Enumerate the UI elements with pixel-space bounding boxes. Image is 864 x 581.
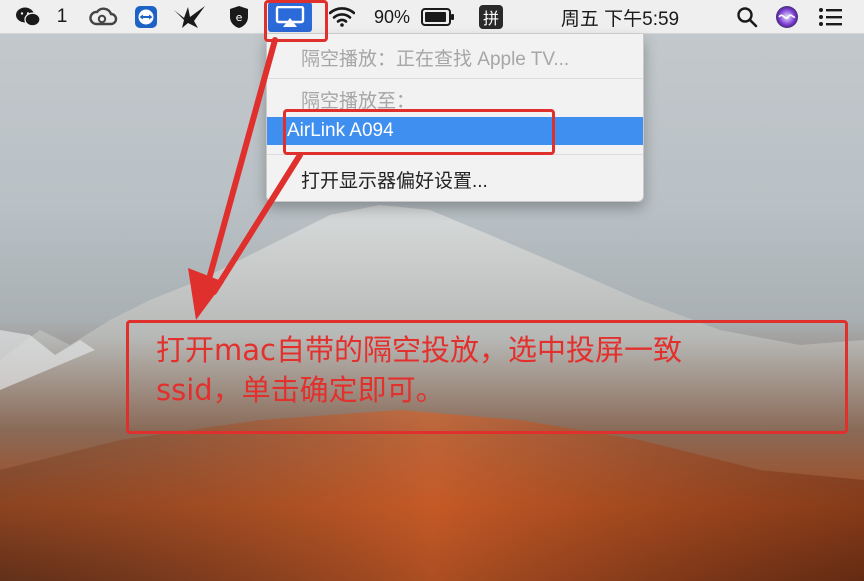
input-method-button[interactable]: 拼 xyxy=(476,0,506,34)
menu-bar: 1 e 90% 拼 周五 下午5:59 xyxy=(0,0,864,34)
battery-percentage: 90% xyxy=(373,6,411,27)
input-method-label: 拼 xyxy=(479,5,503,29)
siri-icon[interactable] xyxy=(772,0,802,34)
instruction-line-2: ssid，单击确定即可。 xyxy=(156,373,445,407)
spotlight-search-icon[interactable] xyxy=(732,0,762,34)
teamviewer-icon[interactable] xyxy=(132,0,160,34)
bird-app-icon[interactable] xyxy=(170,0,210,34)
battery-icon[interactable] xyxy=(418,0,458,34)
instruction-text: 打开mac自带的隔空投放，选中投屏一致 ssid，单击确定即可。 xyxy=(156,330,836,410)
menu-separator xyxy=(267,78,643,79)
clock[interactable]: 周五 下午5:59 xyxy=(530,0,710,34)
airplay-searching-status: 隔空播放：正在查找 Apple TV... xyxy=(301,48,570,70)
shield-app-icon[interactable]: e xyxy=(226,0,252,34)
creative-cloud-icon[interactable] xyxy=(86,0,120,34)
instruction-line-1: 打开mac自带的隔空投放，选中投屏一致 xyxy=(156,333,682,367)
wechat-unread-badge: 1 xyxy=(56,6,68,27)
wechat-icon[interactable] xyxy=(12,0,44,34)
open-display-preferences-item[interactable]: 打开显示器偏好设置... xyxy=(267,162,643,196)
svg-text:e: e xyxy=(236,11,243,24)
airplay-highlight-box xyxy=(264,0,328,42)
wifi-icon[interactable] xyxy=(326,0,358,34)
notification-center-icon[interactable] xyxy=(812,0,848,34)
device-highlight-box xyxy=(283,109,555,155)
